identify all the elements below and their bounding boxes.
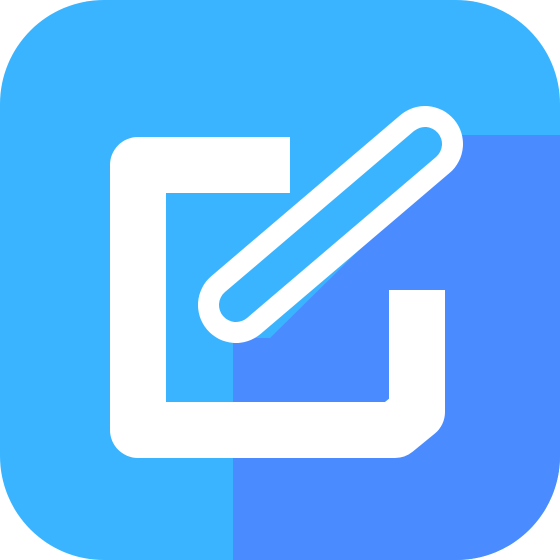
app-icon bbox=[0, 0, 560, 560]
